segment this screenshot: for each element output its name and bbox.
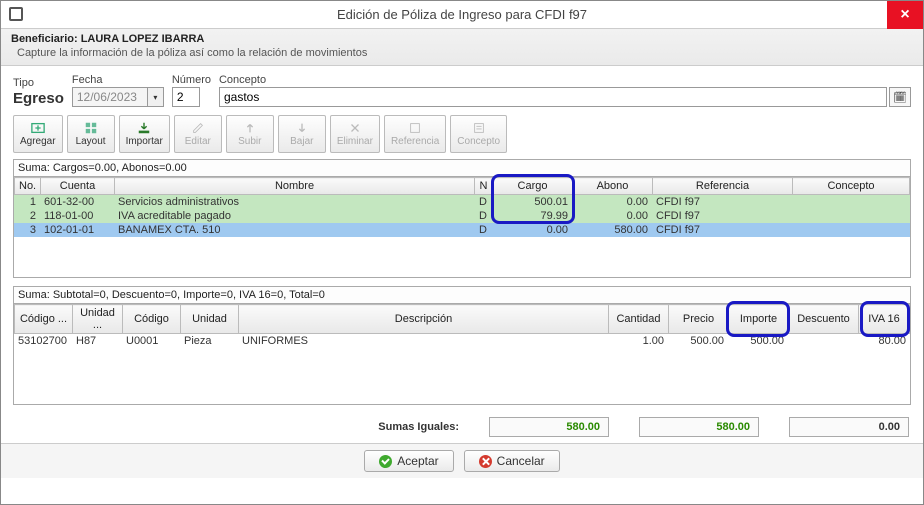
movimientos-grid: Suma: Cargos=0.00, Abonos=0.00 No. Cuent… [13, 159, 911, 278]
col-nombre[interactable]: Nombre [115, 178, 475, 195]
tipo-value: Egreso [13, 90, 64, 107]
numero-field: Número [172, 74, 211, 107]
col-unidad[interactable]: Unidad [181, 305, 239, 334]
app-icon [9, 7, 23, 21]
sumas-label: Sumas Iguales: [378, 421, 459, 433]
window: Edición de Póliza de Ingreso para CFDI f… [0, 0, 924, 505]
table-row[interactable]: 1601-32-00Servicios administrativosD500.… [14, 195, 910, 209]
eliminar-button: Eliminar [330, 115, 380, 153]
col-cargo[interactable]: Cargo [493, 178, 573, 195]
col-descuento[interactable]: Descuento [789, 305, 859, 334]
concepto-field: Concepto 🗓 [219, 74, 911, 107]
table-row[interactable]: 53102700H87U0001PiezaUNIFORMES1.00500.00… [14, 334, 910, 348]
close-button[interactable]: × [887, 1, 923, 29]
fecha-dropdown-button[interactable]: ▾ [148, 87, 164, 107]
detalle-table[interactable]: Código ... Unidad ... Código Unidad Desc… [14, 304, 910, 334]
beneficiario-label: Beneficiario: LAURA LOPEZ IBARRA [11, 33, 204, 45]
col-cuenta[interactable]: Cuenta [41, 178, 115, 195]
col-no[interactable]: No. [15, 178, 41, 195]
fecha-label: Fecha [72, 74, 164, 86]
col-codigo2[interactable]: Código [123, 305, 181, 334]
form-row: Tipo Egreso Fecha ▾ Número Concepto 🗓 [1, 66, 923, 111]
importar-button[interactable]: Importar [119, 115, 170, 153]
col-n[interactable]: N [475, 178, 493, 195]
col-precio[interactable]: Precio [669, 305, 729, 334]
window-title: Edición de Póliza de Ingreso para CFDI f… [337, 7, 587, 22]
cancel-icon [479, 455, 492, 468]
concepto-label: Concepto [219, 74, 911, 86]
calendar-button[interactable]: 🗓 [889, 87, 911, 107]
editar-button: Editar [174, 115, 222, 153]
concepto-button: Concepto [450, 115, 507, 153]
numero-label: Número [172, 74, 211, 86]
concepto-input[interactable] [219, 87, 887, 107]
col-cantidad[interactable]: Cantidad [609, 305, 669, 334]
subir-button: Subir [226, 115, 274, 153]
header: Beneficiario: LAURA LOPEZ IBARRA Capture… [1, 29, 923, 66]
col-referencia[interactable]: Referencia [653, 178, 793, 195]
sumas-b: 580.00 [639, 417, 759, 437]
fecha-input[interactable] [72, 87, 148, 107]
referencia-button: Referencia [384, 115, 446, 153]
bajar-button: Bajar [278, 115, 326, 153]
tipo-field: Tipo Egreso [13, 77, 64, 107]
movimientos-sum: Suma: Cargos=0.00, Abonos=0.00 [14, 160, 910, 177]
cancelar-button[interactable]: Cancelar [464, 450, 560, 472]
aceptar-button[interactable]: Aceptar [364, 450, 453, 472]
numero-input[interactable] [172, 87, 200, 107]
layout-button[interactable]: Layout [67, 115, 115, 153]
tipo-label: Tipo [13, 77, 64, 89]
col-codigo[interactable]: Código ... [15, 305, 73, 334]
sumas-c: 0.00 [789, 417, 909, 437]
col-iva16[interactable]: IVA 16 [859, 305, 910, 334]
movimientos-table[interactable]: No. Cuenta Nombre N Cargo Abono Referenc… [14, 177, 910, 195]
footer: Aceptar Cancelar [1, 443, 923, 478]
instruction-text: Capture la información de la póliza así … [17, 47, 913, 59]
table-row[interactable]: 3102-01-01BANAMEX CTA. 510D0.00580.00CFD… [14, 223, 910, 237]
detalle-sum: Suma: Subtotal=0, Descuento=0, Importe=0… [14, 287, 910, 304]
toolbar: Agregar Layout Importar Editar Subir Baj… [1, 111, 923, 157]
col-descripcion[interactable]: Descripción [239, 305, 609, 334]
fecha-field: Fecha ▾ [72, 74, 164, 107]
sumas-a: 580.00 [489, 417, 609, 437]
agregar-button[interactable]: Agregar [13, 115, 63, 153]
titlebar: Edición de Póliza de Ingreso para CFDI f… [1, 1, 923, 29]
detalle-grid: Suma: Subtotal=0, Descuento=0, Importe=0… [13, 286, 911, 405]
col-concepto[interactable]: Concepto [793, 178, 910, 195]
check-icon [379, 455, 392, 468]
col-unidad-c[interactable]: Unidad ... [73, 305, 123, 334]
col-abono[interactable]: Abono [573, 178, 653, 195]
table-row[interactable]: 2118-01-00IVA acreditable pagadoD79.990.… [14, 209, 910, 223]
col-importe[interactable]: Importe [729, 305, 789, 334]
sumas-row: Sumas Iguales: 580.00 580.00 0.00 [1, 411, 923, 443]
